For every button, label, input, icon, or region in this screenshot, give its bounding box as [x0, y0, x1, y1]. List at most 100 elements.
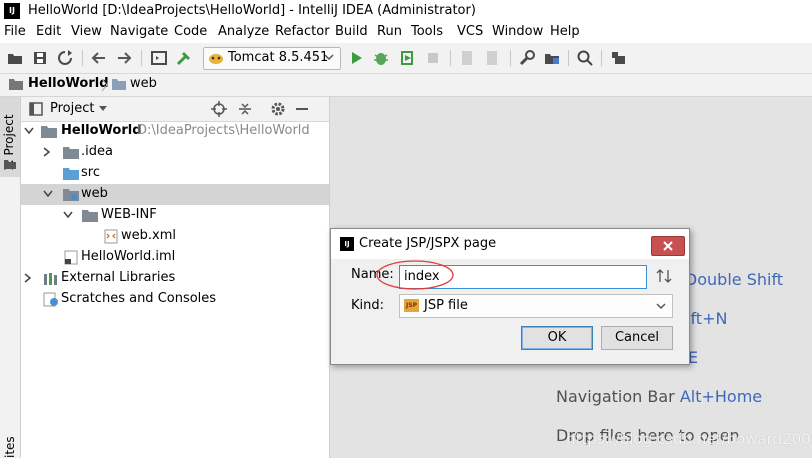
scratches-icon	[43, 292, 59, 307]
jsp-file-icon: JSP	[404, 299, 419, 312]
chevron-down-icon	[656, 301, 666, 311]
menu-navigate[interactable]: Navigate	[110, 24, 168, 39]
tree-label: src	[81, 165, 100, 180]
menu-view[interactable]: View	[71, 24, 102, 39]
tomcat-icon	[208, 51, 224, 65]
breadcrumb: HelloWorld web	[0, 74, 812, 97]
tree-row-idea[interactable]: .idea	[21, 142, 329, 163]
run-configuration-dropdown[interactable]: Tomcat 8.5.451	[203, 47, 341, 70]
project-structure-folder-icon[interactable]	[543, 49, 561, 67]
menu-vcs[interactable]: VCS	[457, 24, 483, 39]
breadcrumb-web[interactable]: web	[130, 76, 157, 91]
tree-row-web-xml[interactable]: web.xml	[21, 226, 329, 247]
menu-code[interactable]: Code	[174, 24, 207, 39]
breadcrumb-helloworld[interactable]: HelloWorld	[28, 76, 109, 91]
red-annotation-ellipse	[376, 260, 454, 290]
dialog-title-bar: IJ Create JSP/JSPX page	[331, 229, 689, 259]
project-panel-title[interactable]: Project	[50, 101, 94, 116]
sort-arrows-icon[interactable]	[656, 267, 672, 285]
run-with-coverage-icon[interactable]	[398, 49, 416, 67]
folder-icon	[9, 78, 23, 90]
kind-dropdown-value: JSP file	[424, 298, 468, 313]
cancel-button[interactable]: Cancel	[601, 326, 673, 350]
menu-edit[interactable]: Edit	[36, 24, 61, 39]
toolbar-separator	[82, 50, 83, 66]
settings-wrench-icon[interactable]	[518, 49, 536, 67]
save-icon[interactable]	[31, 49, 49, 67]
debug-bug-icon[interactable]	[372, 49, 390, 67]
gear-icon[interactable]	[270, 101, 286, 117]
chevron-right-icon[interactable]	[24, 273, 32, 283]
tree-label: External Libraries	[61, 270, 176, 285]
vcs-commit-icon	[483, 49, 501, 67]
tree-label: WEB-INF	[101, 207, 157, 222]
intellij-logo-icon: IJ	[340, 237, 354, 251]
forward-arrow-icon[interactable]	[115, 49, 133, 67]
tree-label: HelloWorld	[61, 123, 142, 138]
open-folder-icon[interactable]	[6, 49, 24, 67]
watermark: https://blog.csdn.net/howard2005	[566, 430, 812, 448]
project-tool-tab[interactable]: 1: Project	[0, 97, 20, 177]
folder-icon	[82, 209, 98, 222]
folder-icon	[41, 125, 57, 138]
project-panel-header: Project	[21, 97, 329, 122]
menu-file[interactable]: File	[4, 24, 26, 39]
run-icon[interactable]	[347, 49, 365, 67]
build-hammer-icon[interactable]	[175, 49, 193, 67]
run-configuration-label: Tomcat 8.5.451	[228, 50, 329, 65]
tree-row-scratches[interactable]: Scratches and Consoles	[21, 289, 329, 310]
source-folder-icon	[63, 167, 79, 180]
presentation-icon[interactable]	[609, 49, 627, 67]
intellij-logo-icon: IJ	[4, 3, 20, 19]
chevron-right-icon	[101, 78, 109, 92]
tree-row-project-root[interactable]: HelloWorld D:\IdeaProjects\HelloWorld	[21, 121, 329, 142]
hint-go-to-file: ift+N	[686, 309, 728, 328]
toolbar-separator	[450, 50, 451, 66]
tree-row-src[interactable]: src	[21, 163, 329, 184]
tree-row-helloworld-iml[interactable]: HelloWorld.iml	[21, 247, 329, 268]
chevron-right-icon[interactable]	[43, 147, 51, 157]
main-toolbar: Tomcat 8.5.451	[0, 43, 812, 74]
toolbar-separator	[601, 50, 602, 66]
tree-row-external-libraries[interactable]: External Libraries	[21, 268, 329, 289]
menu-window[interactable]: Window	[492, 24, 543, 39]
project-structure-icon[interactable]	[150, 49, 168, 67]
ok-button[interactable]: OK	[521, 326, 593, 350]
minimize-icon[interactable]	[296, 108, 308, 110]
tree-label: .idea	[81, 144, 113, 159]
chevron-down-icon[interactable]	[43, 190, 53, 198]
title-bar: IJ HelloWorld [D:\IdeaProjects\HelloWorl…	[0, 0, 812, 22]
project-view-icon	[29, 102, 43, 116]
create-jsp-dialog: IJ Create JSP/JSPX page Name: index Kind…	[330, 228, 690, 365]
vcs-update-icon	[458, 49, 476, 67]
menu-tools[interactable]: Tools	[411, 24, 443, 39]
menu-analyze[interactable]: Analyze	[218, 24, 269, 39]
toolbar-separator	[141, 50, 142, 66]
tree-row-web[interactable]: web	[21, 184, 329, 205]
favorites-tool-tab[interactable]: ites	[3, 436, 17, 458]
chevron-down-icon	[324, 52, 334, 62]
collapse-all-icon[interactable]	[237, 101, 253, 117]
chevron-down-icon[interactable]	[98, 105, 108, 113]
tree-label: web	[81, 186, 108, 201]
tree-label: Scratches and Consoles	[61, 291, 217, 306]
close-button[interactable]	[651, 236, 685, 256]
chevron-down-icon[interactable]	[24, 127, 34, 135]
kind-dropdown[interactable]: JSP JSP file	[399, 294, 673, 318]
tree-row-web-inf[interactable]: WEB-INF	[21, 205, 329, 226]
menu-refactor[interactable]: Refactor	[275, 24, 330, 39]
sync-icon[interactable]	[56, 49, 74, 67]
menu-build[interactable]: Build	[335, 24, 368, 39]
window-title: HelloWorld [D:\IdeaProjects\HelloWorld] …	[28, 3, 476, 18]
chevron-down-icon[interactable]	[63, 211, 73, 219]
menu-help[interactable]: Help	[550, 24, 580, 39]
dialog-title: Create JSP/JSPX page	[359, 236, 497, 251]
locate-target-icon[interactable]	[211, 101, 227, 117]
search-icon[interactable]	[576, 49, 594, 67]
tree-label: web.xml	[121, 228, 176, 243]
back-arrow-icon[interactable]	[90, 49, 108, 67]
tree-label: HelloWorld.iml	[81, 249, 176, 264]
menu-run[interactable]: Run	[377, 24, 402, 39]
menu-bar: File Edit View Navigate Code Analyze Ref…	[0, 22, 812, 43]
project-path: D:\IdeaProjects\HelloWorld	[137, 123, 310, 138]
